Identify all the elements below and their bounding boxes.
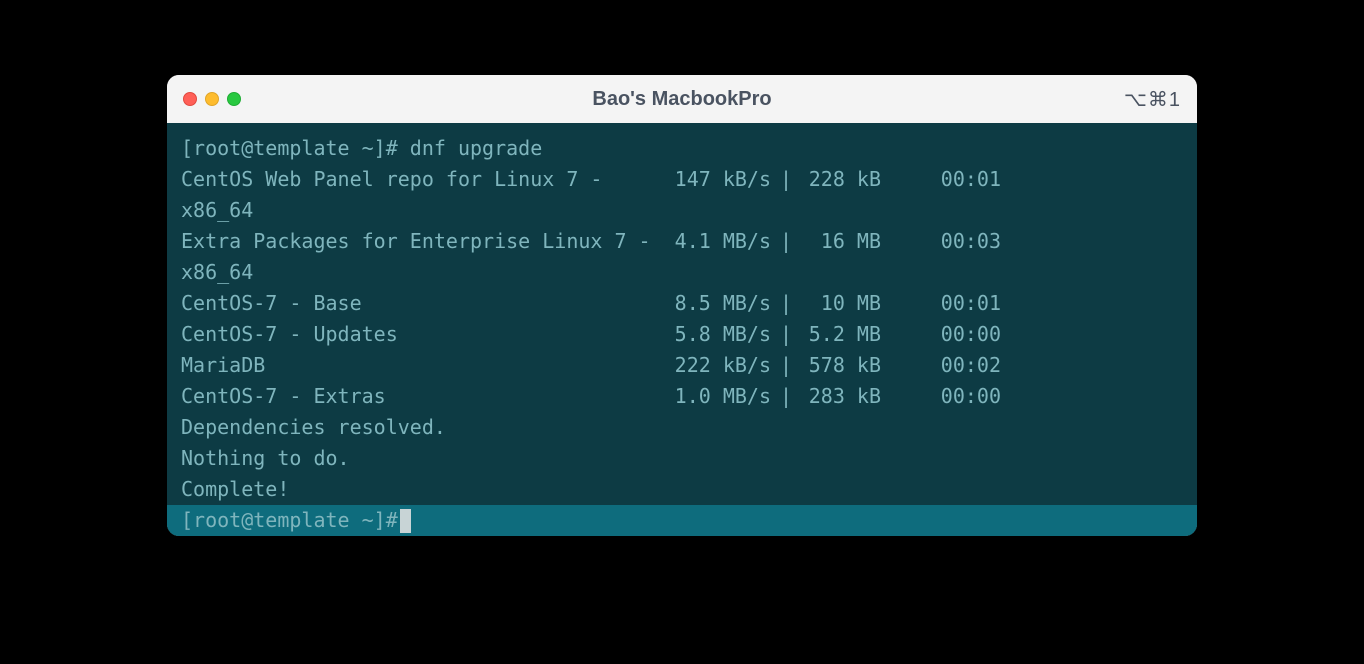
terminal-body[interactable]: [root@template ~]# dnf upgrade CentOS We…: [167, 123, 1197, 536]
repo-name: CentOS-7 - Updates: [181, 319, 671, 350]
pipe-sep: |: [771, 226, 801, 288]
window-title: Bao's MacbookPro: [592, 88, 771, 111]
repo-time: 00:03: [881, 226, 1001, 288]
status-message: Complete!: [181, 474, 1183, 505]
repo-row: CentOS-7 - Base 8.5 MB/s | 10 MB 00:01: [181, 288, 1183, 319]
command-line: [root@template ~]# dnf upgrade: [181, 133, 1183, 164]
repo-row: CentOS Web Panel repo for Linux 7 - x86_…: [181, 164, 1183, 226]
repo-speed: 222 kB/s: [671, 350, 771, 381]
pipe-sep: |: [771, 288, 801, 319]
maximize-icon[interactable]: [227, 92, 241, 106]
prompt-text: [root@template ~]#: [181, 505, 398, 536]
repo-size: 228 kB: [801, 164, 881, 226]
pipe-sep: |: [771, 164, 801, 226]
status-message: Dependencies resolved.: [181, 412, 1183, 443]
repo-time: 00:00: [881, 381, 1001, 412]
repo-name: Extra Packages for Enterprise Linux 7 - …: [181, 226, 671, 288]
repo-speed: 8.5 MB/s: [671, 288, 771, 319]
close-icon[interactable]: [183, 92, 197, 106]
prompt-text: [root@template ~]#: [181, 136, 410, 160]
traffic-lights: [183, 92, 241, 106]
repo-name: CentOS Web Panel repo for Linux 7 - x86_…: [181, 164, 671, 226]
repo-name: CentOS-7 - Base: [181, 288, 671, 319]
repo-size: 16 MB: [801, 226, 881, 288]
repo-row: MariaDB 222 kB/s | 578 kB 00:02: [181, 350, 1183, 381]
repo-speed: 147 kB/s: [671, 164, 771, 226]
repo-speed: 1.0 MB/s: [671, 381, 771, 412]
repo-row: Extra Packages for Enterprise Linux 7 - …: [181, 226, 1183, 288]
repo-row: CentOS-7 - Extras 1.0 MB/s | 283 kB 00:0…: [181, 381, 1183, 412]
repo-size: 10 MB: [801, 288, 881, 319]
cursor-icon: [400, 509, 411, 533]
repo-row: CentOS-7 - Updates 5.8 MB/s | 5.2 MB 00:…: [181, 319, 1183, 350]
repo-size: 283 kB: [801, 381, 881, 412]
repo-time: 00:01: [881, 288, 1001, 319]
titlebar: Bao's MacbookPro ⌥⌘1: [167, 75, 1197, 123]
minimize-icon[interactable]: [205, 92, 219, 106]
repo-size: 578 kB: [801, 350, 881, 381]
repo-name: MariaDB: [181, 350, 671, 381]
window-shortcut: ⌥⌘1: [1124, 87, 1181, 112]
repo-name: CentOS-7 - Extras: [181, 381, 671, 412]
repo-size: 5.2 MB: [801, 319, 881, 350]
command-text: dnf upgrade: [410, 136, 542, 160]
repo-speed: 4.1 MB/s: [671, 226, 771, 288]
pipe-sep: |: [771, 319, 801, 350]
terminal-window: Bao's MacbookPro ⌥⌘1 [root@template ~]# …: [167, 75, 1197, 536]
active-prompt-line[interactable]: [root@template ~]#: [167, 505, 1197, 536]
status-message: Nothing to do.: [181, 443, 1183, 474]
repo-speed: 5.8 MB/s: [671, 319, 771, 350]
repo-time: 00:01: [881, 164, 1001, 226]
pipe-sep: |: [771, 350, 801, 381]
repo-time: 00:02: [881, 350, 1001, 381]
repo-time: 00:00: [881, 319, 1001, 350]
pipe-sep: |: [771, 381, 801, 412]
